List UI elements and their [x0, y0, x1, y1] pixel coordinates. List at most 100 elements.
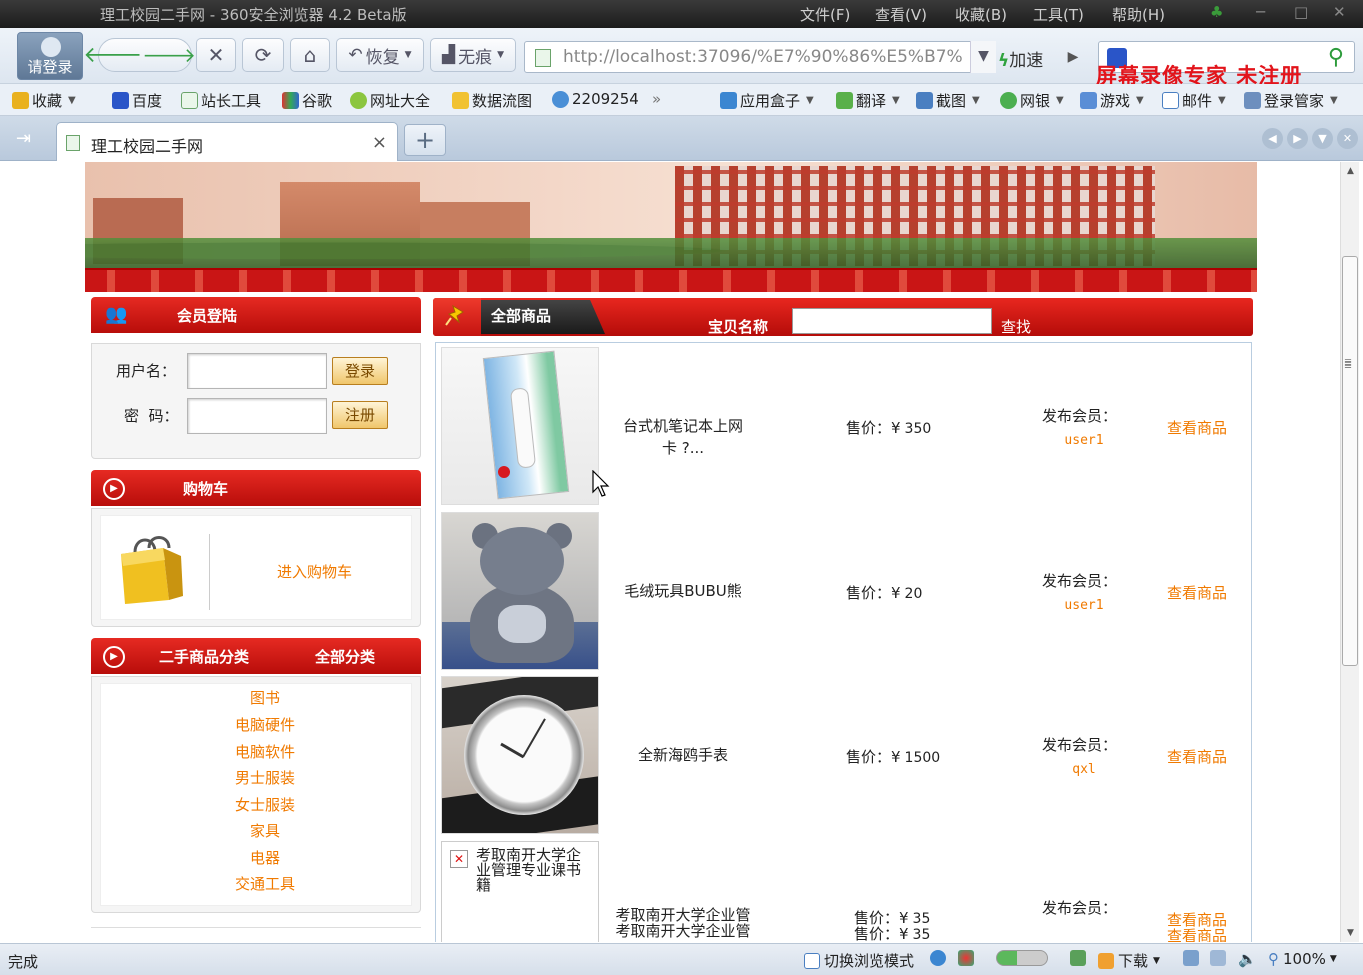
- fav-login-manager[interactable]: 登录管家 ▼: [1244, 90, 1338, 111]
- goods-title[interactable]: 毛绒玩具BUBU熊: [608, 580, 758, 602]
- seller-name[interactable]: qxl: [1042, 762, 1126, 777]
- bookmark-icon[interactable]: [1183, 950, 1203, 966]
- fav-url-directory[interactable]: 网址大全: [350, 90, 430, 111]
- security-icon[interactable]: [958, 950, 978, 966]
- go-button[interactable]: ▶: [1060, 41, 1086, 73]
- view-goods-link[interactable]: 查看商品: [1167, 582, 1227, 603]
- goods-title[interactable]: 全新海鸥手表: [608, 744, 758, 766]
- chevron-down-icon: ▼: [1330, 95, 1338, 106]
- category-link-womenswear[interactable]: 女士服装: [101, 794, 429, 815]
- zoom-control[interactable]: ⚲ 100% ▼: [1268, 950, 1337, 968]
- search-button[interactable]: 查找: [1001, 316, 1031, 337]
- view-goods-link[interactable]: 查看商品: [1167, 746, 1227, 767]
- sidebar-toggle-icon[interactable]: ⇥: [16, 128, 31, 149]
- address-bar[interactable]: http://localhost:37096/%E7%90%86%E5%B7%: [524, 41, 996, 73]
- register-button[interactable]: 注册: [332, 401, 388, 429]
- fav-data-flow[interactable]: 数据流图: [452, 90, 532, 111]
- home-button[interactable]: ⌂: [290, 38, 330, 72]
- fav-label: 数据流图: [472, 92, 533, 110]
- goods-image-plush-bear[interactable]: [441, 512, 599, 670]
- close-tab-icon[interactable]: ×: [372, 132, 387, 153]
- login-button[interactable]: 登录: [332, 357, 388, 385]
- speed-up-button[interactable]: ϟ加速: [998, 41, 1056, 73]
- fav-translate[interactable]: 翻译 ▼: [836, 90, 900, 111]
- close-window-icon[interactable]: ✕: [1333, 3, 1346, 21]
- skin-icon[interactable]: ♣: [1210, 3, 1223, 21]
- category-link-appliances[interactable]: 电器: [101, 847, 429, 868]
- view-goods-link[interactable]: 查看商品: [1167, 925, 1227, 942]
- stop-button[interactable]: ✕: [196, 38, 236, 72]
- item-name-search-input[interactable]: [792, 308, 992, 334]
- account-avatar[interactable]: 请登录: [17, 32, 83, 80]
- plus-circle-icon: [350, 92, 367, 109]
- goods-list: 台式机笔记本上网 卡 ?... 售价：¥ 350 发布会员： user1 查看商品…: [435, 342, 1252, 942]
- scroll-up-icon[interactable]: ▲: [1341, 166, 1360, 176]
- category-link-software[interactable]: 电脑软件: [101, 741, 429, 762]
- url-text: http://localhost:37096/%E7%90%86%E5%B7%: [563, 47, 963, 67]
- fav-webmaster-tools[interactable]: 站长工具: [181, 90, 261, 111]
- fav-label: 登录管家: [1264, 92, 1325, 110]
- minimize-icon[interactable]: ─: [1256, 3, 1265, 21]
- tab-campus-market[interactable]: 理工校园二手网 ×: [56, 122, 398, 161]
- ie-icon[interactable]: [930, 950, 950, 966]
- toggle-switch[interactable]: [996, 950, 1048, 966]
- category-link-hardware[interactable]: 电脑硬件: [101, 714, 429, 735]
- window-mode-icon[interactable]: [1210, 950, 1230, 966]
- goods-title-line: 考取南开大学企业管: [615, 906, 751, 924]
- goods-title[interactable]: 考取南开大学企业管 考取南开大学企业管: [602, 907, 764, 939]
- search-icon[interactable]: ⚲: [1328, 45, 1344, 70]
- menu-favorites[interactable]: 收藏(B): [955, 4, 1007, 25]
- seller-name[interactable]: user1: [1042, 598, 1126, 613]
- restore-button[interactable]: ↶ 恢复 ▼: [336, 38, 424, 72]
- fav-2209254[interactable]: 2209254: [552, 90, 639, 108]
- goods-image-watch[interactable]: [441, 676, 599, 834]
- fav-mail[interactable]: 邮件 ▼: [1162, 90, 1226, 111]
- goods-image-usb-modem[interactable]: [441, 347, 599, 505]
- username-label: 用户名：: [116, 362, 177, 380]
- seller-name[interactable]: user1: [1042, 433, 1126, 448]
- fav-google[interactable]: 谷歌: [282, 90, 332, 111]
- view-goods-link[interactable]: 查看商品: [1167, 417, 1227, 438]
- menu-file[interactable]: 文件(F): [800, 4, 850, 25]
- forward-arrow-icon[interactable]: 🡒: [142, 43, 196, 67]
- password-input[interactable]: [187, 398, 327, 434]
- volume-icon[interactable]: 🔈: [1238, 950, 1257, 968]
- menu-tools[interactable]: 工具(T): [1033, 4, 1084, 25]
- maximize-icon[interactable]: □: [1294, 3, 1308, 21]
- incognito-button[interactable]: ▟ 无痕 ▼: [430, 38, 516, 72]
- category-link-books[interactable]: 图书: [101, 687, 429, 708]
- fav-collect[interactable]: 收藏 ▼: [12, 90, 76, 111]
- category-link-furniture[interactable]: 家具: [101, 820, 429, 841]
- switch-mode-button[interactable]: 切换浏览模式: [804, 950, 914, 971]
- tab-scroll-left-icon[interactable]: ◀: [1262, 128, 1283, 149]
- fav-bank[interactable]: 网银 ▼: [1000, 90, 1064, 111]
- category-link-menswear[interactable]: 男士服装: [101, 767, 429, 788]
- avatar-head-icon: [41, 37, 61, 57]
- tab-scroll-right-icon[interactable]: ▶: [1287, 128, 1308, 149]
- username-input[interactable]: [187, 353, 327, 389]
- download-button[interactable]: 下载 ▼: [1098, 950, 1160, 971]
- enter-cart-link[interactable]: 进入购物车: [277, 561, 352, 582]
- box-icon: [720, 92, 737, 109]
- goods-image-broken[interactable]: ✕ 考取南开大学企业管理专业课书籍: [441, 841, 599, 942]
- refresh-button[interactable]: ⟳: [242, 38, 284, 72]
- menu-view[interactable]: 查看(V): [875, 4, 927, 25]
- back-arrow-icon[interactable]: 🡐: [83, 42, 142, 68]
- close-all-tabs-icon[interactable]: ✕: [1337, 128, 1358, 149]
- vertical-scrollbar[interactable]: ▲ ═ ═ ═ ▼: [1340, 162, 1359, 942]
- fav-app-box[interactable]: 应用盒子 ▼: [720, 90, 814, 111]
- fav-games[interactable]: 游戏 ▼: [1080, 90, 1144, 111]
- all-categories-link[interactable]: 全部分类: [315, 646, 375, 667]
- menu-help[interactable]: 帮助(H): [1112, 4, 1165, 25]
- scroll-down-icon[interactable]: ▼: [1341, 928, 1360, 938]
- url-dropdown-icon[interactable]: ▼: [970, 41, 996, 73]
- tab-list-icon[interactable]: ▼: [1312, 128, 1333, 149]
- goods-title[interactable]: 台式机笔记本上网 卡 ?...: [608, 415, 758, 459]
- category-link-transport[interactable]: 交通工具: [101, 873, 429, 894]
- scrollbar-thumb[interactable]: [1342, 256, 1358, 666]
- calendar-icon[interactable]: [1070, 950, 1090, 966]
- fav-baidu[interactable]: 百度: [112, 90, 162, 111]
- more-favorites-icon[interactable]: »: [652, 90, 661, 108]
- fav-screenshot[interactable]: 截图 ▼: [916, 90, 980, 111]
- new-tab-button[interactable]: +: [404, 124, 446, 156]
